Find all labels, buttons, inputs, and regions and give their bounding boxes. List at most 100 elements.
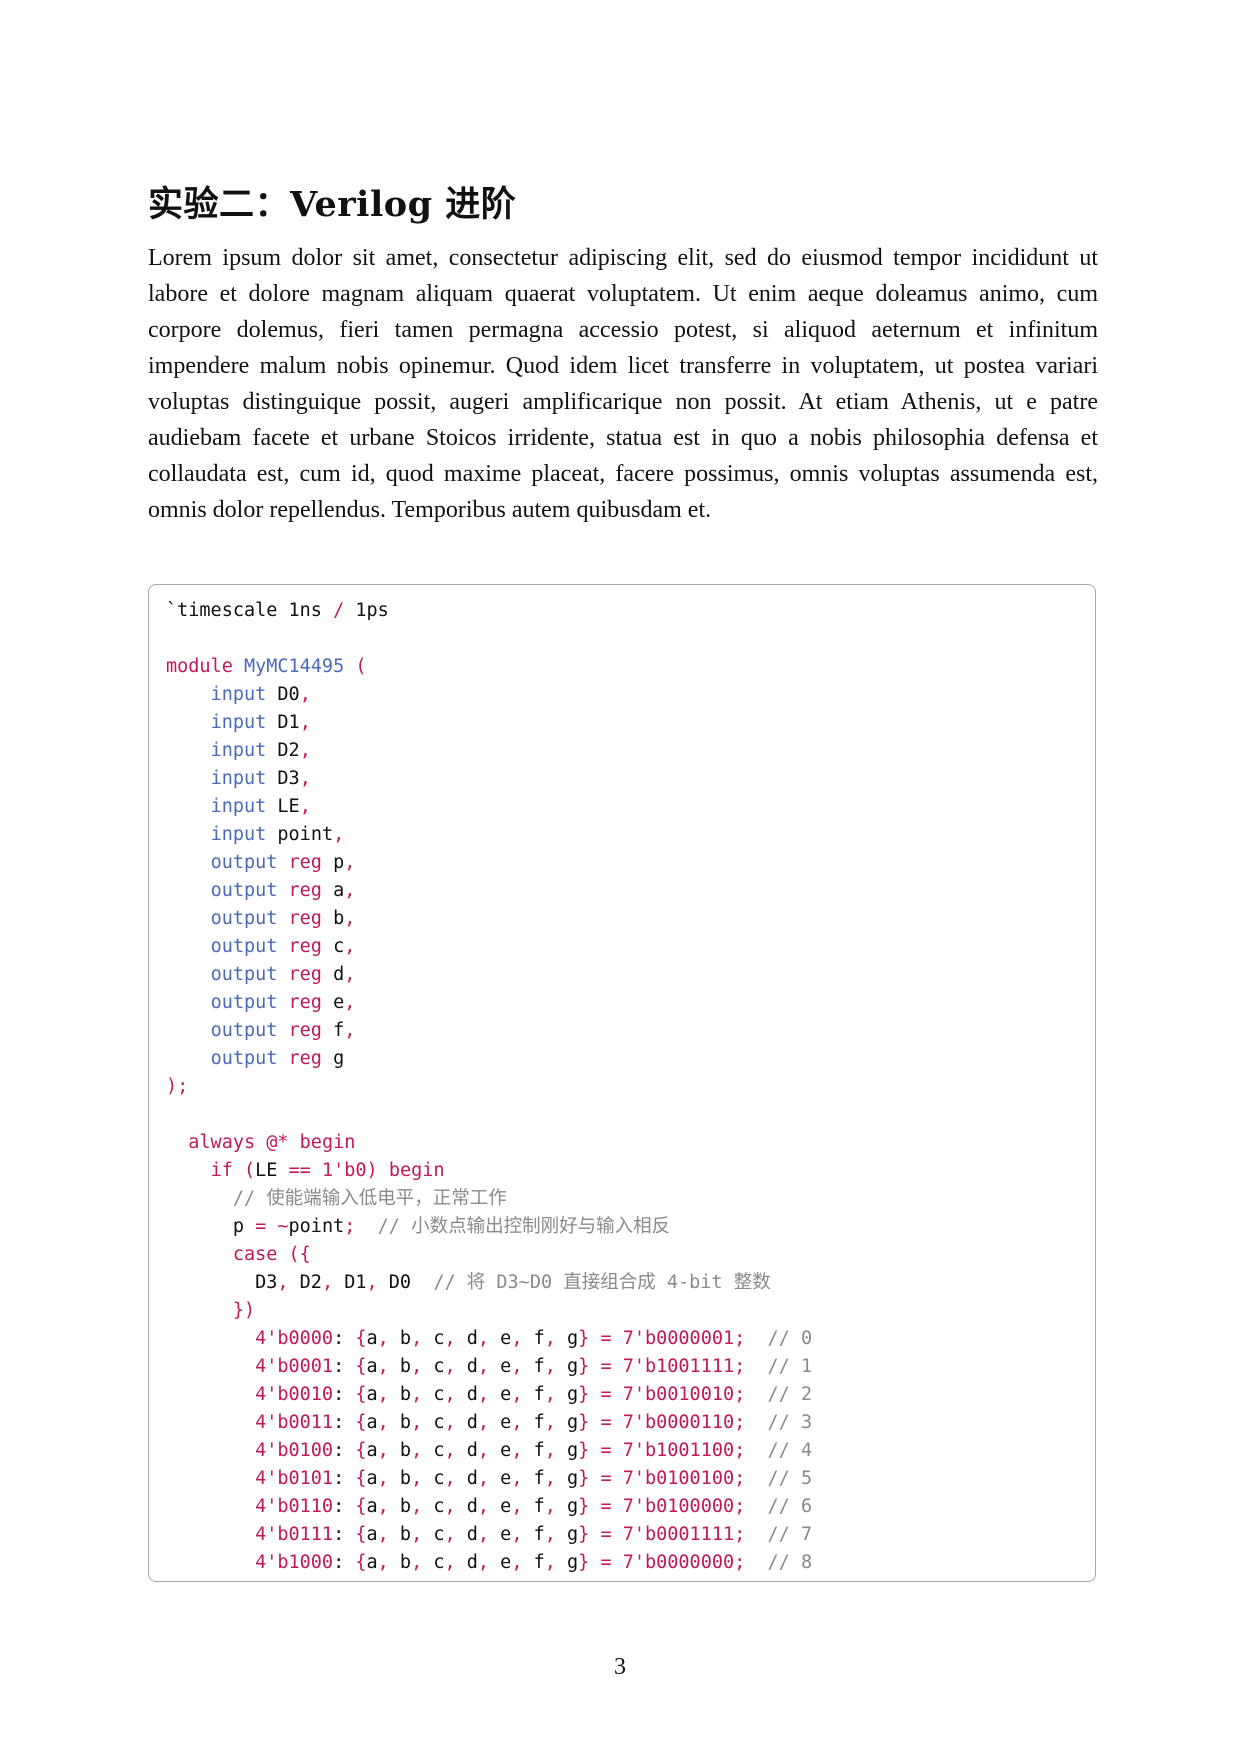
code-token-op: , (511, 1440, 523, 1461)
code-token-op: = (600, 1440, 612, 1461)
code-token-kw: always (188, 1132, 256, 1153)
code-token-num: 7'b0000000 (622, 1552, 735, 1573)
code-token-op: , (544, 1552, 556, 1573)
code-token-comment: // 2 (767, 1384, 813, 1405)
code-token-plain: a (321, 880, 345, 901)
code-token-plain: point (266, 824, 334, 845)
code-token-plain: b (388, 1552, 412, 1573)
code-token-op: , (544, 1440, 556, 1461)
code-line: output reg p, (166, 849, 812, 877)
code-token-plain: LE (266, 796, 300, 817)
code-token-plain: a (366, 1524, 378, 1545)
code-token-plain: f (522, 1440, 545, 1461)
code-line: 4'b0101: {a, b, c, d, e, f, g} = 7'b0100… (166, 1465, 812, 1493)
code-token-type: input (210, 712, 267, 733)
code-token-plain: e (489, 1552, 512, 1573)
code-token-type: output (210, 1020, 278, 1041)
code-token-op: , (299, 712, 311, 733)
code-token-op: , (411, 1552, 423, 1573)
code-token-num: 7'b0100000 (622, 1496, 735, 1517)
code-line: output reg d, (166, 961, 812, 989)
code-token-op: , (344, 936, 356, 957)
code-token-plain: e (489, 1468, 512, 1489)
code-token-plain: : (333, 1468, 356, 1489)
code-token-op: { (355, 1468, 367, 1489)
code-token-op: ; (734, 1384, 746, 1405)
code-token-plain: d (455, 1440, 478, 1461)
code-listing: `timescale 1ns / 1ps module MyMC14495 ( … (166, 597, 812, 1577)
code-token-plain: point (288, 1216, 345, 1237)
code-token-op: , (511, 1524, 523, 1545)
code-token-plain: f (522, 1524, 545, 1545)
code-token-plain: d (455, 1552, 478, 1573)
code-token-op: , (411, 1384, 423, 1405)
code-token-plain: : (333, 1524, 356, 1545)
code-line: }) (166, 1297, 812, 1325)
code-token-kw: reg (288, 908, 322, 929)
code-token-op: == (288, 1160, 311, 1181)
code-token-plain: : (333, 1328, 356, 1349)
code-token-op: } (578, 1552, 590, 1573)
code-token-op: , (277, 1272, 289, 1293)
code-token-op: , (411, 1440, 423, 1461)
code-line: case ({ (166, 1241, 812, 1269)
code-token-op: { (355, 1384, 367, 1405)
code-token-op: { (355, 1440, 367, 1461)
code-token-op: , (299, 768, 311, 789)
code-token-op: , (444, 1356, 456, 1377)
code-token-plain: d (455, 1412, 478, 1433)
code-line: p = ~point; // 小数点输出控制刚好与输入相反 (166, 1213, 812, 1241)
code-token-kw: if (210, 1160, 233, 1181)
code-token-op: } (578, 1496, 590, 1517)
code-token-plain: p (166, 1216, 256, 1237)
code-token-plain: d (455, 1468, 478, 1489)
code-token-op: = (600, 1412, 612, 1433)
code-token-op: = (600, 1524, 612, 1545)
code-token-kw: reg (288, 880, 322, 901)
code-token-plain: c (422, 1384, 445, 1405)
code-token-kw: module (166, 656, 233, 677)
code-token-plain: b (388, 1328, 412, 1349)
code-token-op: { (355, 1552, 367, 1573)
code-token-num: 7'b0010010 (622, 1384, 735, 1405)
code-token-op: , (411, 1524, 423, 1545)
code-token-op: } (578, 1328, 590, 1349)
code-token-plain: e (489, 1496, 512, 1517)
code-token-plain: a (366, 1496, 378, 1517)
code-token-op: , (544, 1468, 556, 1489)
code-token-op: , (299, 796, 311, 817)
code-token-op: , (477, 1328, 490, 1349)
code-token-op: , (477, 1496, 490, 1517)
code-token-op: , (477, 1356, 490, 1377)
code-token-type: input (210, 796, 267, 817)
code-token-op: , (444, 1468, 456, 1489)
code-token-type: output (210, 964, 278, 985)
code-token-type: output (210, 880, 278, 901)
code-token-plain: D2 (266, 740, 300, 761)
code-token-plain: b (321, 908, 345, 929)
code-token-plain: c (422, 1524, 445, 1545)
code-token-plain: g (555, 1356, 579, 1377)
code-token-plain: a (366, 1356, 378, 1377)
code-line: always @* begin (166, 1129, 812, 1157)
code-token-plain: : (333, 1440, 356, 1461)
code-token-op: , (444, 1524, 456, 1545)
